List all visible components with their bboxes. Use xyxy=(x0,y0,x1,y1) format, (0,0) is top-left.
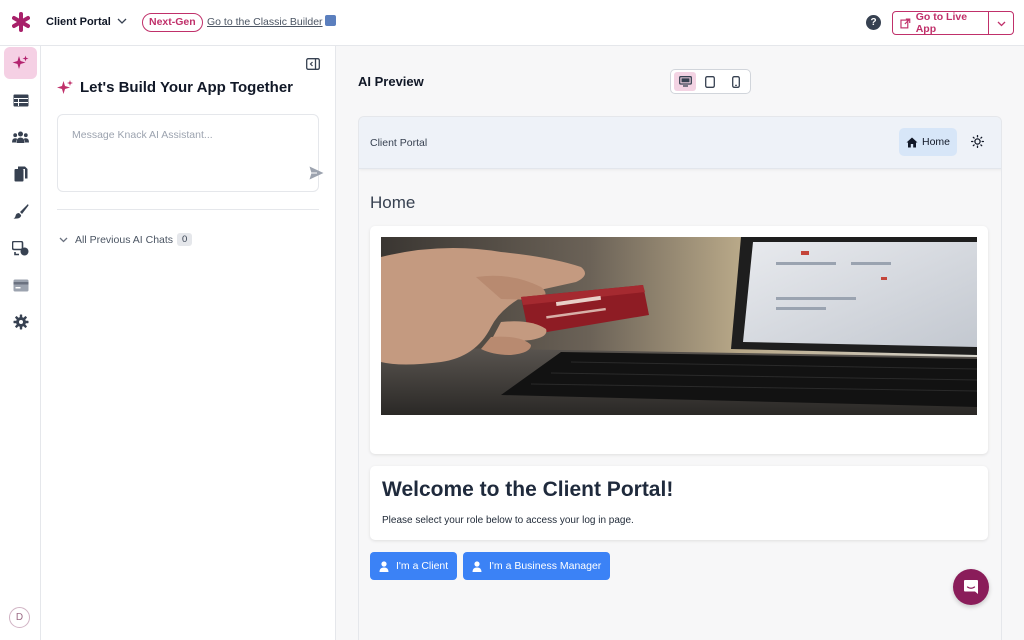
ai-sparkle-icon xyxy=(57,80,73,94)
chat-icon xyxy=(964,580,978,594)
top-bar: Client Portal Next-Gen Go to the Classic… xyxy=(0,0,1024,46)
live-app-dropdown-button[interactable] xyxy=(989,12,1013,34)
desktop-view-button[interactable] xyxy=(674,72,697,91)
home-icon xyxy=(906,137,918,147)
rail-item-flows[interactable] xyxy=(4,232,37,264)
welcome-title: Welcome to the Client Portal! xyxy=(382,478,674,501)
tablet-view-button[interactable] xyxy=(699,72,721,91)
business-manager-role-button[interactable]: I'm a Business Manager xyxy=(463,552,611,580)
rail-item-ai[interactable] xyxy=(4,47,37,79)
external-link-icon xyxy=(900,18,911,28)
welcome-subtitle: Please select your role below to access … xyxy=(382,515,634,526)
chat-title: Let's Build Your App Together xyxy=(80,79,294,96)
rail-item-settings[interactable] xyxy=(4,306,37,338)
previous-chats-count: 0 xyxy=(177,233,193,246)
previous-chats-label: All Previous AI Chats xyxy=(75,233,174,246)
business-manager-role-label: I'm a Business Manager xyxy=(489,560,602,572)
user-icon xyxy=(472,560,482,572)
app-header-title[interactable]: Client Portal xyxy=(370,137,427,149)
preview-title: AI Preview xyxy=(358,74,424,89)
knack-logo-icon[interactable] xyxy=(12,12,30,32)
flows-icon xyxy=(12,240,29,255)
welcome-card: Welcome to the Client Portal! Please sel… xyxy=(370,466,988,540)
chat-message-input[interactable] xyxy=(58,115,318,191)
support-chat-button[interactable] xyxy=(953,569,989,605)
rail-item-users[interactable] xyxy=(4,121,37,153)
classic-builder-link[interactable]: Go to the Classic Builder xyxy=(207,16,323,28)
send-icon[interactable] xyxy=(309,166,324,180)
desktop-icon xyxy=(678,76,692,87)
avatar[interactable]: D xyxy=(9,607,30,628)
mobile-icon xyxy=(731,75,740,88)
app-name[interactable]: Client Portal xyxy=(46,16,111,28)
help-icon[interactable]: ? xyxy=(866,15,881,30)
divider xyxy=(57,209,319,210)
pages-icon xyxy=(14,166,27,182)
go-to-live-app-button[interactable]: Go to Live App xyxy=(893,11,989,35)
rail-item-tables[interactable] xyxy=(4,84,37,116)
rail-item-pages[interactable] xyxy=(4,158,37,190)
chevron-down-icon[interactable] xyxy=(116,15,128,27)
next-gen-badge: Next-Gen xyxy=(142,13,203,32)
ai-sparkle-icon xyxy=(12,55,29,69)
mobile-view-button[interactable] xyxy=(725,72,747,91)
client-role-button[interactable]: I'm a Client xyxy=(370,552,458,580)
chevron-down-icon xyxy=(997,21,1005,26)
nav-home-button[interactable]: Home xyxy=(899,128,957,156)
billing-icon xyxy=(13,279,28,291)
app-header: Client Portal Home xyxy=(359,117,1001,169)
tablet-icon xyxy=(705,75,716,88)
users-icon xyxy=(12,131,29,143)
ai-preview-area: AI Preview Client Portal Home Home Welco… xyxy=(336,46,1024,640)
brush-icon xyxy=(13,204,28,219)
switch-icon[interactable] xyxy=(325,15,336,26)
rail-item-billing[interactable] xyxy=(4,269,37,301)
collapse-panel-icon[interactable] xyxy=(306,58,320,70)
app-preview-frame: Client Portal Home Home Welcome to the C… xyxy=(358,116,1002,640)
icon-rail: D xyxy=(0,46,41,640)
live-app-button-group: Go to Live App xyxy=(892,11,1014,35)
gear-icon xyxy=(13,314,28,330)
rail-item-design[interactable] xyxy=(4,195,37,227)
device-toggle xyxy=(670,69,751,94)
client-role-label: I'm a Client xyxy=(396,560,449,572)
table-icon xyxy=(13,94,28,106)
chat-input-box xyxy=(57,114,324,192)
live-app-label: Go to Live App xyxy=(915,11,968,35)
page-title: Home xyxy=(370,193,416,212)
nav-home-label: Home xyxy=(921,136,950,148)
hero-card xyxy=(370,226,988,454)
user-icon xyxy=(379,560,389,572)
chevron-down-icon xyxy=(59,237,68,243)
sun-icon[interactable] xyxy=(971,135,984,148)
hero-image xyxy=(381,237,977,415)
previous-chats-toggle[interactable]: All Previous AI Chats 0 xyxy=(59,233,193,246)
ai-chat-panel: Let's Build Your App Together All Previo… xyxy=(41,46,336,640)
